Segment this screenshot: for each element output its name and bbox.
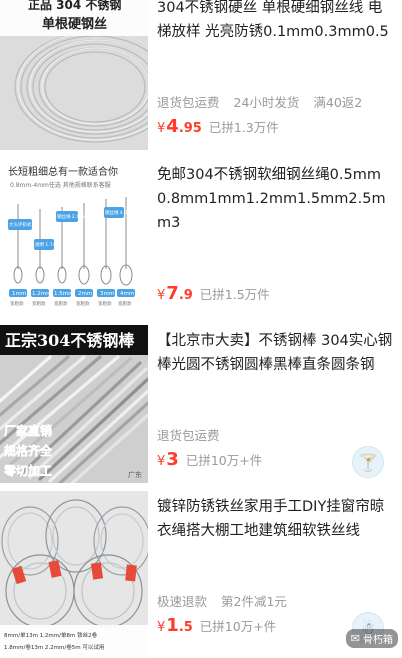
product-image[interactable]: 长短粗细总有一款适合你 0.8mm-4mm任选 其他规格联系客服 大头环扣式 1… xyxy=(0,159,148,317)
image-overlay-text: 正品 304 不锈钢 xyxy=(28,0,121,12)
product-card[interactable]: 正品 304 不锈钢 单根硬钢丝 304不锈钢硬丝 单根硬细钢丝线 电梯放样 光… xyxy=(0,0,402,150)
corner-label: 广东 xyxy=(128,470,142,479)
service-tags: 退货包运费 24小时发货 满40返2 xyxy=(157,92,372,111)
callout-label: 钢丝绳 4.5mm xyxy=(105,209,136,216)
price-integer: 7 xyxy=(166,283,179,304)
tag-second-discount: 第2件减1元 xyxy=(221,594,287,609)
product-list: 正品 304 不锈钢 单根硬钢丝 304不锈钢硬丝 单根硬细钢丝线 电梯放样 光… xyxy=(0,0,402,658)
tag-free-return: 退货包运费 xyxy=(157,428,220,443)
tail-label: 宽粗款 xyxy=(76,300,90,307)
tail-label: 宽粗款 xyxy=(118,300,132,307)
product-image[interactable]: 8mm/单13m 1.2mm/单8m 铁丝2卷 1.8mm/卷13m 2.2mm… xyxy=(0,491,148,658)
callout-label: 大头环扣式 1.1mm xyxy=(9,221,49,228)
size-label: 1mm xyxy=(12,291,26,297)
image-subheading: 0.8mm-4mm任选 其他规格联系客服 xyxy=(10,181,111,189)
price-integer: 4 xyxy=(166,116,179,137)
avatar-icon: 🍸 xyxy=(358,452,378,472)
price-row: ¥ 7 .9 已拼1.5万件 xyxy=(157,283,270,304)
size-label: 4mm xyxy=(120,291,134,297)
sold-count: 已拼1.5万件 xyxy=(199,287,270,302)
product-card[interactable]: 8mm/单13m 1.2mm/单8m 铁丝2卷 1.8mm/卷13m 2.2mm… xyxy=(0,491,402,658)
tag-rebate: 满40返2 xyxy=(313,95,363,110)
price-decimal: .5 xyxy=(178,620,193,635)
watermark-label: 骨朽箱 xyxy=(363,635,393,646)
size-label: 1.2mm xyxy=(32,291,51,297)
product-card[interactable]: 长短粗细总有一款适合你 0.8mm-4mm任选 其他规格联系客服 大头环扣式 1… xyxy=(0,159,402,317)
tag-free-return: 退货包运费 xyxy=(157,95,220,110)
tag-fast-shipping: 24小时发货 xyxy=(233,95,300,110)
product-card[interactable]: 正宗304不锈钢棒 厂家直销 规格齐全 零切加工 广东 【北京市大卖】不锈钢棒 … xyxy=(0,325,402,483)
size-label: 2mm xyxy=(78,291,92,297)
currency-symbol: ¥ xyxy=(157,121,166,136)
tail-label: 宽粗款 xyxy=(54,300,68,307)
tail-label: 宽粗款 xyxy=(10,300,24,307)
price-row: ¥ 4 .95 已拼1.3万件 xyxy=(157,116,279,137)
price-row: ¥ 3 已拼10万+件 xyxy=(157,449,262,470)
product-title[interactable]: 【北京市大卖】不锈钢棒 304实心钢棒光圆不锈钢圆棒黑棒直条圆条钢 xyxy=(157,329,393,377)
service-tags: 极速退款 第2件减1元 xyxy=(157,591,297,610)
price-row: ¥ 1 .5 已拼10万+件 xyxy=(157,615,276,636)
product-title[interactable]: 镀锌防锈铁丝家用手工DIY挂窗帘晾衣绳搭大棚工地建筑细软铁丝线 xyxy=(157,495,393,543)
service-tags: 退货包运费 xyxy=(157,425,230,444)
product-title[interactable]: 免邮304不锈钢软细钢丝绳0.5mm 0.8mm1mm1.2mm1.5mm2.5… xyxy=(157,163,393,235)
sold-count: 已拼10万+件 xyxy=(185,453,263,468)
size-label: 1.5mm xyxy=(54,291,73,297)
callout-label: 透明 1.7mm xyxy=(35,241,61,248)
currency-symbol: ¥ xyxy=(157,454,166,469)
price-decimal: .9 xyxy=(178,288,193,303)
price-integer: 1 xyxy=(166,615,179,636)
image-heading: 长短粗细总有一款适合你 xyxy=(8,165,118,178)
wechat-icon: ✉ xyxy=(350,632,360,645)
sold-count: 已拼10万+件 xyxy=(199,619,277,634)
side-text: 厂家直销 xyxy=(4,423,52,438)
side-text: 规格齐全 xyxy=(4,443,53,458)
image-overlay-text: 单根硬钢丝 xyxy=(42,16,107,32)
product-image[interactable]: 正宗304不锈钢棒 厂家直销 规格齐全 零切加工 广东 xyxy=(0,325,148,483)
currency-symbol: ¥ xyxy=(157,620,166,635)
product-image[interactable]: 正品 304 不锈钢 单根硬钢丝 xyxy=(0,0,148,150)
size-label: 3mm xyxy=(100,291,114,297)
sold-count: 已拼1.3万件 xyxy=(208,120,279,135)
tail-label: 宽粗款 xyxy=(32,300,46,307)
currency-symbol: ¥ xyxy=(157,288,166,303)
price-integer: 3 xyxy=(166,449,179,470)
tag-fast-refund: 极速退款 xyxy=(157,594,208,609)
image-banner: 正宗304不锈钢棒 xyxy=(5,331,135,350)
tail-label: 宽粗款 xyxy=(98,300,112,307)
image-caption: 8mm/单13m 1.2mm/单8m 铁丝2卷 xyxy=(4,631,98,639)
side-text: 零切加工 xyxy=(3,463,52,478)
product-title[interactable]: 304不锈钢硬丝 单根硬细钢丝线 电梯放样 光亮防锈0.1mm0.3mm0.5 xyxy=(157,0,393,44)
watermark: ✉ 骨朽箱 xyxy=(345,629,398,648)
price-decimal: .95 xyxy=(178,121,202,136)
image-caption: 1.8mm/卷13m 2.2mm/卷5m 可以试用 xyxy=(4,643,104,651)
callout-label: 钢丝绳 2.1mm xyxy=(57,213,88,220)
shop-avatar[interactable]: 🍸 xyxy=(352,446,384,478)
